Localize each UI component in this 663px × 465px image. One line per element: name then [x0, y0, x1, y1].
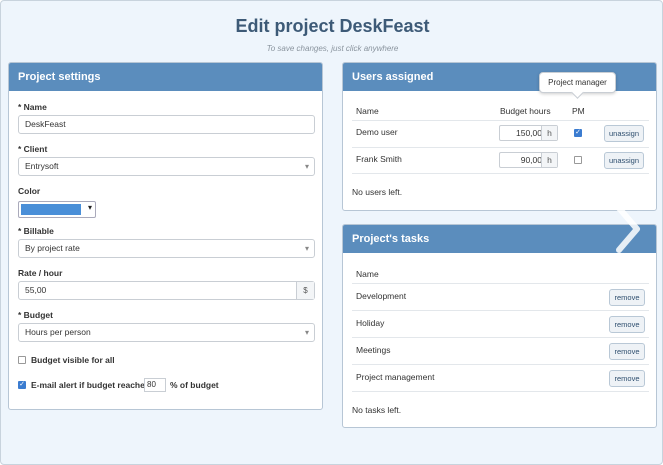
unassign-button[interactable]: unassign — [604, 125, 644, 142]
row-divider — [352, 364, 649, 365]
tasks-empty-note: No tasks left. — [352, 405, 402, 415]
email-alert-percent-input[interactable]: 80 — [144, 378, 166, 392]
budget-hours-input[interactable]: 90,00 h — [499, 152, 558, 168]
tasks-col-name: Name — [356, 269, 379, 279]
billable-select-value: By project rate — [25, 243, 80, 253]
users-col-budget: Budget hours — [500, 106, 551, 116]
name-label: * Name — [18, 102, 47, 112]
budget-hours-value: 150,00 — [516, 128, 542, 138]
email-alert-label: E-mail alert if budget reaches — [31, 380, 150, 390]
budget-visible-checkbox[interactable] — [18, 356, 26, 364]
task-name: Meetings — [356, 345, 391, 355]
row-divider — [352, 310, 649, 311]
row-divider — [352, 120, 649, 121]
row-divider — [352, 283, 649, 284]
budget-visible-label: Budget visible for all — [31, 355, 115, 365]
remove-task-button[interactable]: remove — [609, 289, 645, 306]
rate-value: 55,00 — [25, 285, 47, 295]
pm-checkbox[interactable] — [574, 156, 582, 164]
remove-task-button[interactable]: remove — [609, 370, 645, 387]
project-tasks-heading: Project's tasks — [343, 225, 656, 253]
color-picker[interactable]: ▾ — [18, 201, 96, 218]
project-tasks-panel: Project's tasks Name Development remove … — [342, 224, 657, 428]
rate-input[interactable]: 55,00 $ — [18, 281, 315, 300]
budget-label: * Budget — [18, 310, 53, 320]
client-select[interactable]: Entrysoft — [18, 157, 315, 176]
row-divider — [352, 147, 649, 148]
row-divider — [352, 391, 649, 392]
email-alert-checkbox[interactable]: ✓ — [18, 381, 26, 389]
project-manager-tooltip: Project manager — [539, 72, 616, 93]
client-select-value: Entrysoft — [25, 161, 59, 171]
page-subtitle: To save changes, just click anywhere — [266, 44, 399, 53]
hours-unit: h — [541, 126, 557, 140]
project-settings-heading: Project settings — [9, 63, 322, 91]
caret-down-icon: ▾ — [87, 203, 92, 212]
project-settings-panel: Project settings * Name DeskFeast * Clie… — [8, 62, 323, 410]
users-col-pm: PM — [572, 106, 585, 116]
row-divider — [352, 337, 649, 338]
task-name: Project management — [356, 372, 435, 382]
remove-task-button[interactable]: remove — [609, 343, 645, 360]
users-empty-note: No users left. — [352, 187, 403, 197]
color-label: Color — [18, 186, 41, 196]
hours-unit: h — [541, 153, 557, 167]
budget-hours-value: 90,00 — [520, 155, 542, 165]
users-col-name: Name — [356, 106, 379, 116]
row-divider — [352, 173, 649, 174]
pm-checkbox[interactable]: ✓ — [574, 129, 582, 137]
email-alert-suffix: % of budget — [170, 380, 219, 390]
budget-select-value: Hours per person — [25, 327, 91, 337]
rate-label: Rate / hour — [18, 268, 63, 278]
remove-task-button[interactable]: remove — [609, 316, 645, 333]
user-name: Demo user — [356, 127, 398, 137]
billable-label: * Billable — [18, 226, 54, 236]
budget-hours-input[interactable]: 150,00 h — [499, 125, 558, 141]
check-icon: ✓ — [575, 129, 581, 136]
billable-select[interactable]: By project rate — [18, 239, 315, 258]
unassign-button[interactable]: unassign — [604, 152, 644, 169]
task-name: Development — [356, 291, 407, 301]
name-input[interactable]: DeskFeast — [18, 115, 315, 134]
color-swatch — [21, 204, 81, 215]
task-name: Holiday — [356, 318, 385, 328]
page-title: Edit project DeskFeast — [235, 16, 430, 36]
user-name: Frank Smith — [356, 154, 402, 164]
check-icon: ✓ — [19, 381, 25, 388]
client-label: * Client — [18, 144, 48, 154]
budget-select[interactable]: Hours per person — [18, 323, 315, 342]
currency-addon: $ — [296, 282, 314, 299]
editor-window: Edit project DeskFeast To save changes, … — [0, 0, 663, 465]
chevron-right-icon[interactable] — [613, 204, 643, 254]
